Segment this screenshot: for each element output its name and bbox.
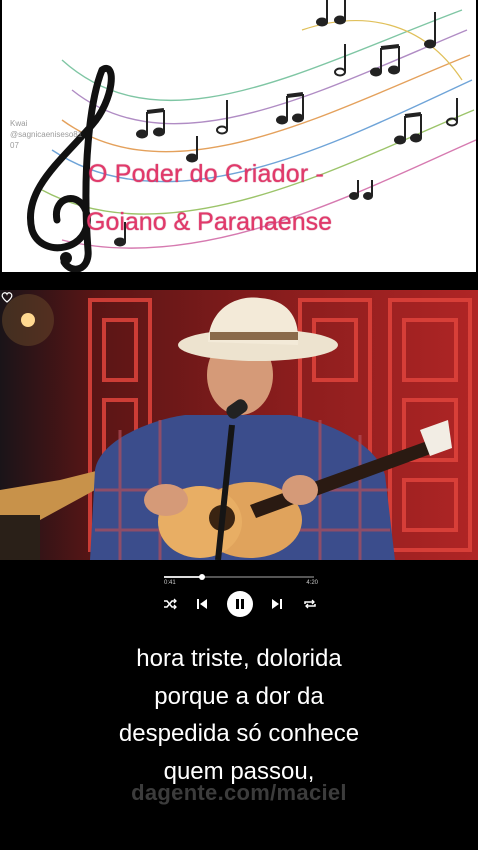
- lyrics-block: hora triste, dolorida porque a dor da de…: [0, 640, 478, 790]
- heart-icon[interactable]: [0, 290, 14, 304]
- previous-button[interactable]: [192, 594, 212, 614]
- kwai-id: 07: [10, 141, 19, 150]
- lyric-line: hora triste, dolorida: [136, 645, 342, 672]
- song-artist: Goiano & Paranaense: [86, 208, 333, 236]
- elapsed-time: 0:41: [164, 580, 176, 586]
- video-frame[interactable]: [0, 290, 478, 560]
- total-time: 4:20: [306, 580, 318, 586]
- pause-icon: [236, 599, 244, 609]
- lyric-line: despedida só conhece: [118, 720, 360, 747]
- site-watermark: dagente.com/maciel: [131, 780, 347, 805]
- repeat-icon: [304, 599, 316, 609]
- skip-next-icon: [272, 599, 282, 609]
- repeat-button[interactable]: [300, 594, 320, 614]
- next-button[interactable]: [267, 594, 287, 614]
- kwai-handle: @sagnicaeniseso81: [10, 130, 83, 139]
- music-player: 0:41 4:20: [160, 568, 322, 618]
- progress-handle[interactable]: [198, 574, 205, 580]
- shuffle-icon: [164, 598, 177, 610]
- shuffle-button[interactable]: [160, 594, 180, 614]
- progress-fill: [164, 576, 202, 578]
- song-title: O Poder do Criador -: [88, 160, 325, 188]
- kwai-brand: Kwai: [10, 119, 28, 128]
- play-pause-button[interactable]: [227, 591, 253, 617]
- lyric-line: porque a dor da: [154, 682, 324, 710]
- performer-video-image: [0, 290, 478, 560]
- kwai-watermark: Kwai @sagnicaeniseso81 07: [10, 118, 82, 151]
- song-banner: Kwai @sagnicaeniseso81 07 O Poder do Cri…: [2, 0, 476, 272]
- skip-previous-icon: [197, 599, 207, 609]
- progress-bar[interactable]: [164, 574, 314, 580]
